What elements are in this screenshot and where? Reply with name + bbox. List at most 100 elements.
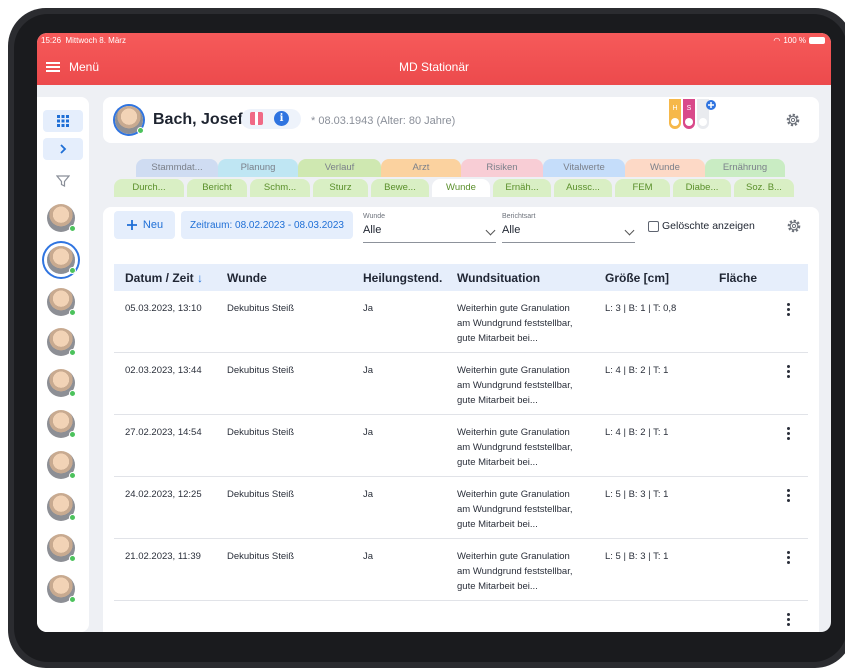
expand-sidebar-button[interactable] bbox=[43, 138, 83, 160]
row-healing: Ja bbox=[363, 365, 374, 376]
tab-planung[interactable]: Planung bbox=[218, 159, 298, 177]
tab-soziale-betreuung[interactable]: Soz. B... bbox=[734, 179, 794, 197]
patient-avatar[interactable] bbox=[47, 410, 76, 438]
tab-risiken[interactable]: Risiken bbox=[461, 159, 543, 177]
column-header-area[interactable]: Fläche bbox=[719, 271, 757, 285]
patient-header: Bach, Josef i * 08.03.1943 (Alter: 80 Ja… bbox=[103, 97, 819, 143]
row-situation: Weiterhin gute Granulation am Wundgrund f… bbox=[457, 551, 573, 592]
column-header-size[interactable]: Größe [cm] bbox=[605, 271, 669, 285]
grid-icon bbox=[57, 115, 69, 127]
table-header: Datum / Zeit ↓ Wunde Heilungstend. Wunds… bbox=[114, 264, 808, 291]
table-row[interactable]: 02.03.2023, 13:44 Dekubitus Steiß Ja Wei… bbox=[114, 353, 808, 415]
row-healing: Ja bbox=[363, 427, 374, 438]
patient-birthdate: * 08.03.1943 (Alter: 80 Jahre) bbox=[311, 115, 456, 127]
app-screen: 15:26 Mittwoch 8. März ◠ 100 % Menü MD St… bbox=[37, 33, 831, 632]
report-type-value: Alle bbox=[502, 224, 521, 236]
patient-avatar[interactable] bbox=[47, 288, 76, 316]
patient-avatar[interactable] bbox=[47, 575, 76, 603]
status-time: 15:26 bbox=[41, 36, 62, 45]
grid-view-button[interactable] bbox=[43, 110, 83, 132]
status-date: Mittwoch 8. März bbox=[65, 36, 126, 45]
tab-schmerz[interactable]: Schm... bbox=[250, 179, 310, 197]
patient-name: Bach, Josef bbox=[153, 111, 243, 128]
online-status-dot bbox=[69, 431, 76, 438]
tab-durchfuehrung[interactable]: Durch... bbox=[114, 179, 184, 197]
row-date: 05.03.2023, 13:10 bbox=[125, 303, 202, 314]
table-row[interactable]: 27.02.2023, 14:54 Dekubitus Steiß Ja Wei… bbox=[114, 415, 808, 477]
row-wound: Dekubitus Steiß bbox=[227, 365, 295, 376]
online-status-dot bbox=[137, 127, 144, 134]
tab-stammdaten[interactable]: Stammdat... bbox=[136, 159, 218, 177]
tab-wunde[interactable]: Wunde bbox=[432, 179, 490, 197]
table-row-partial[interactable] bbox=[114, 601, 808, 632]
tube-s-icon: S bbox=[683, 99, 695, 129]
online-status-dot bbox=[69, 472, 76, 479]
show-deleted-checkbox[interactable] bbox=[648, 221, 659, 232]
tab-fem[interactable]: FEM bbox=[615, 179, 670, 197]
tab-sturz[interactable]: Sturz bbox=[313, 179, 368, 197]
tab-diabetes[interactable]: Diabe... bbox=[673, 179, 731, 197]
column-header-date[interactable]: Datum / Zeit ↓ bbox=[125, 271, 203, 285]
more-options-icon[interactable] bbox=[787, 365, 790, 378]
row-healing: Ja bbox=[363, 551, 374, 562]
patient-avatar[interactable] bbox=[47, 328, 76, 356]
tab-wunde-category[interactable]: Wunde bbox=[625, 159, 705, 177]
column-header-situation[interactable]: Wundsituation bbox=[457, 271, 540, 285]
patient-avatar[interactable] bbox=[47, 369, 76, 397]
table-row[interactable]: 24.02.2023, 12:25 Dekubitus Steiß Ja Wei… bbox=[114, 477, 808, 539]
table-row[interactable]: 21.02.2023, 11:39 Dekubitus Steiß Ja Wei… bbox=[114, 539, 808, 601]
column-header-healing[interactable]: Heilungstend. bbox=[363, 271, 442, 285]
tab-ernaehrung[interactable]: Ernährung bbox=[705, 159, 785, 177]
status-time-date: 15:26 Mittwoch 8. März bbox=[41, 36, 126, 45]
row-date: 27.02.2023, 14:54 bbox=[125, 427, 202, 438]
column-header-wound[interactable]: Wunde bbox=[227, 271, 267, 285]
report-type-select[interactable]: Berichtsart Alle bbox=[502, 213, 635, 243]
more-options-icon[interactable] bbox=[787, 303, 790, 316]
status-tubes[interactable]: H S bbox=[669, 99, 729, 139]
patient-avatar[interactable] bbox=[47, 204, 76, 232]
row-date: 21.02.2023, 11:39 bbox=[125, 551, 201, 562]
online-status-dot bbox=[69, 349, 76, 356]
gift-icon[interactable] bbox=[250, 112, 263, 125]
online-status-dot bbox=[69, 267, 76, 274]
patient-avatar[interactable] bbox=[47, 451, 76, 479]
patient-settings-gear-icon[interactable] bbox=[785, 112, 801, 128]
patient-header-avatar bbox=[115, 106, 144, 134]
wound-filter-select[interactable]: Wunde Alle bbox=[363, 213, 496, 243]
row-situation: Weiterhin gute Granulation am Wundgrund f… bbox=[457, 489, 573, 530]
status-battery: ◠ 100 % bbox=[773, 36, 825, 45]
wound-filter-value: Alle bbox=[363, 224, 382, 236]
add-circle-icon bbox=[706, 100, 716, 110]
more-options-icon[interactable] bbox=[787, 489, 790, 502]
row-wound: Dekubitus Steiß bbox=[227, 489, 295, 500]
online-status-dot bbox=[69, 390, 76, 397]
tab-bewegung[interactable]: Bewe... bbox=[371, 179, 429, 197]
category-tabs: Stammdat... Planung Verlauf Arzt Risiken… bbox=[37, 159, 831, 179]
subcategory-tabs: Durch... Bericht Schm... Sturz Bewe... W… bbox=[37, 179, 831, 199]
tab-vitalwerte[interactable]: Vitalwerte bbox=[543, 159, 625, 177]
tab-ausscheidung[interactable]: Aussc... bbox=[554, 179, 612, 197]
row-situation: Weiterhin gute Granulation am Wundgrund f… bbox=[457, 365, 573, 406]
period-button[interactable]: Zeitraum: 08.02.2023 - 08.03.2023 bbox=[181, 211, 353, 239]
list-settings-gear-icon[interactable] bbox=[786, 218, 802, 234]
row-size: L: 3 | B: 1 | T: 0,8 bbox=[605, 303, 677, 314]
online-status-dot bbox=[69, 596, 76, 603]
table-row[interactable]: 05.03.2023, 13:10 Dekubitus Steiß Ja Wei… bbox=[114, 291, 808, 353]
more-options-icon[interactable] bbox=[787, 613, 790, 626]
online-status-dot bbox=[69, 514, 76, 521]
tab-bericht[interactable]: Bericht bbox=[187, 179, 247, 197]
more-options-icon[interactable] bbox=[787, 551, 790, 564]
battery-icon bbox=[809, 37, 825, 44]
tab-verlauf[interactable]: Verlauf bbox=[298, 159, 381, 177]
new-entry-button[interactable]: Neu bbox=[114, 211, 175, 239]
tab-ernaehrung-sub[interactable]: Ernäh... bbox=[493, 179, 551, 197]
patient-avatar-selected[interactable] bbox=[47, 246, 76, 274]
info-icon[interactable]: i bbox=[274, 111, 289, 126]
plus-icon bbox=[126, 220, 137, 230]
more-options-icon[interactable] bbox=[787, 427, 790, 440]
patient-avatar[interactable] bbox=[47, 493, 76, 521]
tab-arzt[interactable]: Arzt bbox=[381, 159, 461, 177]
patient-avatar[interactable] bbox=[47, 534, 76, 562]
wound-filter-label: Wunde bbox=[363, 213, 386, 220]
report-type-label: Berichtsart bbox=[502, 213, 536, 220]
